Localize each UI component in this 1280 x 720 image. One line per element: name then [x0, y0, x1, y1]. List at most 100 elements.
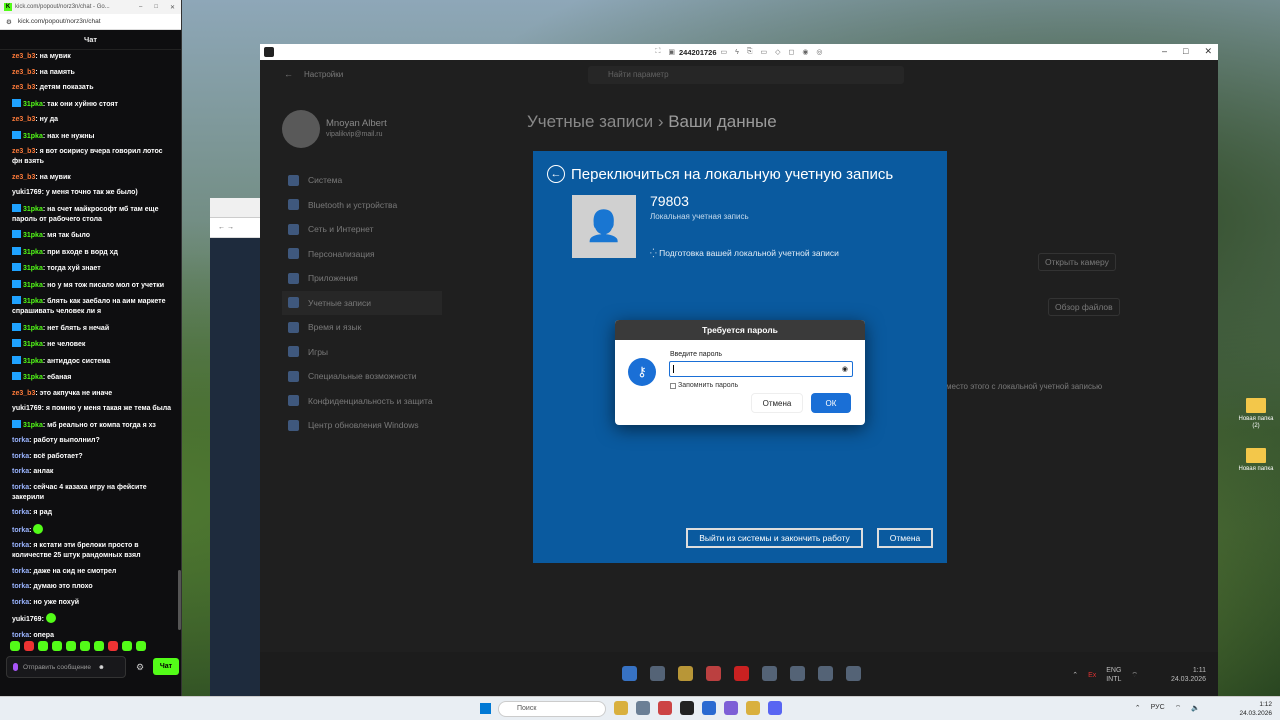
chat-username[interactable]: torka	[12, 632, 29, 639]
chat-username[interactable]: torka	[12, 599, 29, 606]
language-indicator[interactable]: ENG INTL	[1106, 666, 1121, 684]
gear-icon[interactable]	[818, 666, 833, 681]
wifi-icon[interactable]: ⌔	[1175, 704, 1182, 713]
opera-icon[interactable]	[734, 666, 749, 681]
chat-username[interactable]: yuki1769	[12, 189, 42, 196]
volume-icon[interactable]: 🔈	[1191, 704, 1200, 713]
start-icon[interactable]	[622, 666, 637, 681]
settings-nav-item[interactable]: Приложения	[288, 266, 442, 291]
chat-username[interactable]: 31pka	[23, 325, 43, 332]
settings-nav-item[interactable]: Система	[288, 168, 442, 193]
chat-settings-icon[interactable]: ⚙	[136, 662, 144, 673]
emote-icon[interactable]	[52, 641, 62, 651]
taskbar-clock[interactable]: 1:12 24.03.2026	[1239, 700, 1272, 718]
app-icon[interactable]	[724, 701, 738, 715]
explorer-icon[interactable]	[614, 701, 628, 715]
site-info-icon[interactable]: ⚙	[6, 18, 12, 26]
chat-username[interactable]: ze3_b3	[12, 84, 35, 91]
chrome-icon[interactable]	[658, 701, 672, 715]
app-icon[interactable]	[680, 701, 694, 715]
chat-username[interactable]: 31pka	[23, 265, 43, 272]
browse-files-button[interactable]: Обзор файлов	[1048, 298, 1120, 316]
chat-username[interactable]: 31pka	[23, 232, 43, 239]
minimize-icon[interactable]: –	[1162, 46, 1167, 57]
chat-username[interactable]: ze3_b3	[12, 116, 35, 123]
wifi-icon[interactable]: ⌔	[1131, 671, 1138, 680]
emote-icon[interactable]	[10, 641, 20, 651]
chat-username[interactable]: 31pka	[23, 282, 43, 289]
maximize-icon[interactable]: □	[1183, 46, 1188, 57]
settings-nav-item[interactable]: Центр обновления Windows	[288, 413, 442, 438]
explorer-icon[interactable]	[678, 666, 693, 681]
emote-icon[interactable]	[122, 641, 132, 651]
password-input[interactable]: ◉	[669, 361, 853, 377]
remote-clock[interactable]: 1:11 24.03.2026	[1171, 666, 1206, 684]
app-icon[interactable]	[790, 666, 805, 681]
monitor-icon[interactable]: ▭	[760, 48, 767, 56]
settings-nav-item[interactable]: Специальные возможности	[288, 364, 442, 389]
taskbar-search-input[interactable]: Поиск	[498, 701, 606, 717]
app-icon[interactable]	[762, 666, 777, 681]
chevron-up-icon[interactable]: ⌃	[1135, 704, 1141, 713]
settings-icon[interactable]	[846, 666, 861, 681]
settings-nav-item[interactable]: Игры	[288, 340, 442, 365]
chat-username[interactable]: torka	[12, 437, 29, 444]
remember-password-checkbox[interactable]: Запомнить пароль	[670, 382, 738, 389]
emote-icon[interactable]	[38, 641, 48, 651]
chrome-icon[interactable]	[706, 666, 721, 681]
chat-username[interactable]: torka	[12, 527, 29, 534]
mic-icon[interactable]	[13, 663, 18, 671]
emote-icon[interactable]	[136, 641, 146, 651]
chat-username[interactable]: 31pka	[23, 358, 43, 365]
chat-scrollbar[interactable]	[178, 570, 181, 630]
chat-username[interactable]: torka	[12, 509, 29, 516]
tray-app-icon[interactable]: Ex	[1088, 672, 1096, 679]
chat-username[interactable]: yuki1769	[12, 405, 42, 412]
maximize-icon[interactable]: □	[154, 4, 158, 11]
chat-username[interactable]: ze3_b3	[12, 390, 35, 397]
back-icon[interactable]: ←	[284, 69, 293, 79]
settings-nav-item[interactable]: Сеть и Интернет	[288, 217, 442, 242]
chat-username[interactable]: 31pka	[23, 422, 43, 429]
local-cancel-button[interactable]: Отмена	[877, 528, 933, 548]
emote-icon[interactable]	[94, 641, 104, 651]
chat-username[interactable]: 31pka	[23, 341, 43, 348]
app-icon[interactable]	[636, 701, 650, 715]
chat-username[interactable]: 31pka	[23, 206, 43, 213]
discord-icon[interactable]	[768, 701, 782, 715]
chat-username[interactable]: torka	[12, 453, 29, 460]
chat-input[interactable]: Отправить сообщение ☻	[6, 656, 126, 678]
view-icon[interactable]: ◎	[816, 48, 822, 56]
emote-icon[interactable]	[108, 641, 118, 651]
windows-start-icon[interactable]	[480, 703, 491, 714]
settings-nav-item[interactable]: Учетные записи	[282, 290, 442, 315]
emote-icon[interactable]	[24, 641, 34, 651]
send-chat-button[interactable]: Чат	[153, 658, 179, 675]
chat-username[interactable]: torka	[12, 468, 29, 475]
close-icon[interactable]: ✕	[170, 4, 175, 11]
chat-username[interactable]: 31pka	[23, 101, 43, 108]
close-icon[interactable]: ✕	[1204, 46, 1212, 57]
chat-username[interactable]: ze3_b3	[12, 174, 35, 181]
back-icon[interactable]: ←	[218, 224, 225, 231]
files-icon[interactable]: ⎘	[747, 48, 753, 56]
address-bar[interactable]: ⚙ kick.com/popout/norz3n/chat	[0, 14, 181, 30]
language-indicator[interactable]: РУС	[1151, 704, 1165, 713]
signout-finish-button[interactable]: Выйти из системы и закончить работу	[686, 528, 863, 548]
background-browser-window[interactable]: ← →	[210, 198, 264, 698]
password-cancel-button[interactable]: Отмена	[751, 393, 803, 413]
chat-username[interactable]: torka	[12, 542, 29, 549]
chat-username[interactable]: 31pka	[23, 298, 43, 305]
chevron-up-icon[interactable]: ⌃	[1072, 671, 1078, 679]
screenshot-icon[interactable]: ◻	[789, 48, 795, 56]
settings-nav-item[interactable]: Время и язык	[288, 315, 442, 340]
settings-nav-item[interactable]: Конфиденциальность и защита	[288, 389, 442, 414]
chat-username[interactable]: 31pka	[23, 374, 43, 381]
chat-username[interactable]: yuki1769	[12, 616, 42, 623]
chat-username[interactable]: ze3_b3	[12, 148, 35, 155]
chat-username[interactable]: torka	[12, 583, 29, 590]
fullscreen-icon[interactable]: ⛶	[655, 48, 660, 56]
minimize-icon[interactable]: –	[139, 4, 142, 11]
app-icon[interactable]	[746, 701, 760, 715]
desktop-folder-icon[interactable]: Новая папка	[1236, 448, 1276, 473]
